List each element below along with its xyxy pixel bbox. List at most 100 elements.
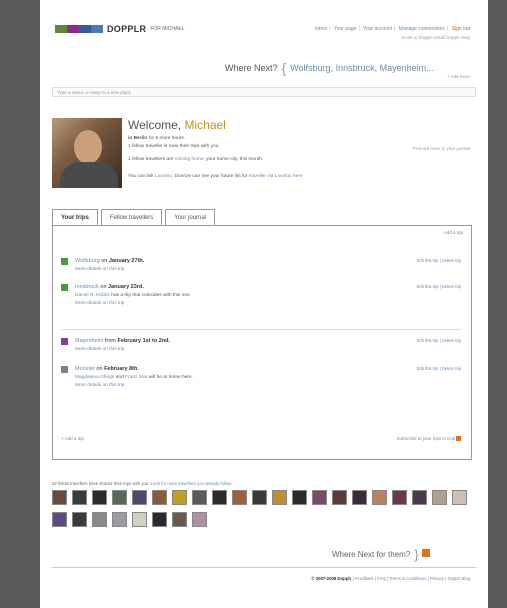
- where-next-for-them: Where Next for them?}: [332, 547, 430, 562]
- location-suffix: for 5 more hours.: [148, 136, 186, 141]
- trip-actions[interactable]: Edit this trip | Delete trip: [417, 366, 461, 371]
- friend-avatar[interactable]: [152, 512, 167, 527]
- friend-avatar[interactable]: [252, 490, 267, 505]
- location-city: in Berlin: [128, 136, 148, 141]
- trip-date: January 23rd.: [108, 284, 144, 290]
- where-next: Where Next?{Wolfsburg, Innsbruck, Mayenh…: [225, 60, 434, 76]
- trip-details-link[interactable]: More details on this trip: [75, 383, 125, 388]
- lovoloo-link[interactable]: Lovoloo: [155, 174, 172, 179]
- avatar-body: [60, 162, 118, 188]
- where-next-for-them-label: Where Next for them?: [332, 550, 411, 559]
- friend-avatar[interactable]: [72, 490, 87, 505]
- coming-home-link[interactable]: coming home: [175, 157, 204, 162]
- avatar[interactable]: [52, 118, 122, 188]
- trip-mid: on: [99, 258, 109, 264]
- trip-person-link[interactable]: Magdalena Ohrige: [75, 375, 114, 380]
- avatar-face: [74, 130, 102, 164]
- friend-avatar[interactable]: [112, 512, 127, 527]
- friend-avatar[interactable]: [372, 490, 387, 505]
- sign-out-link[interactable]: Sign out: [452, 26, 470, 32]
- trip-coincide-line: Magdalena Ohrige and Franz Sue will be a…: [75, 375, 193, 380]
- footer-divider: [52, 567, 476, 568]
- brace-icon: }: [414, 547, 419, 562]
- tab-your-journal[interactable]: Your journal: [165, 209, 216, 226]
- page: DOPPLR FOR MICHAEL Inbox | Your page | You…: [40, 0, 488, 608]
- trip-date: February 8th.: [104, 366, 139, 372]
- friend-avatar[interactable]: [332, 490, 347, 505]
- trip-color-marker: [61, 284, 68, 291]
- nav-your-page-link[interactable]: Your page: [334, 26, 357, 32]
- trip-city-link[interactable]: Innsbruck: [75, 284, 99, 290]
- go-icon[interactable]: [421, 549, 430, 557]
- friend-avatar[interactable]: [92, 490, 107, 505]
- friend-avatar[interactable]: [312, 490, 327, 505]
- friends-caption: 32 fellow travellers have shared their t…: [52, 481, 231, 486]
- trip-person-link[interactable]: Daniel R. Hobbs: [75, 293, 110, 298]
- friend-avatar[interactable]: [392, 490, 407, 505]
- footer-links[interactable]: | Feedback | FAQ | Terms & Conditions | …: [352, 576, 470, 581]
- friend-avatar[interactable]: [212, 490, 227, 505]
- friend-avatar[interactable]: [52, 490, 67, 505]
- friend-avatar[interactable]: [352, 490, 367, 505]
- line2-text-b: , your home city, this month.: [203, 157, 264, 162]
- find-out-more-link[interactable]: Find out more in your journal: [413, 146, 470, 151]
- tab-bar: Your trips Fellow travellers Your journa…: [52, 209, 218, 227]
- trip-color-marker: [61, 338, 68, 345]
- friend-avatar[interactable]: [412, 490, 427, 505]
- friend-avatar[interactable]: [52, 512, 67, 527]
- trip-city-link[interactable]: Wolfsburg: [75, 258, 100, 264]
- trip-actions[interactable]: Edit this trip | Delete trip: [417, 338, 461, 343]
- logo-square-3: [79, 25, 91, 33]
- friend-avatar[interactable]: [452, 490, 467, 505]
- friend-avatar[interactable]: [192, 490, 207, 505]
- friend-avatar[interactable]: [272, 490, 287, 505]
- welcome-greeting: Welcome,: [128, 118, 182, 132]
- top-nav: Inbox | Your page | Your account | Manage c…: [314, 26, 470, 32]
- friend-avatar[interactable]: [192, 512, 207, 527]
- add-more-link[interactable]: + Add more: [447, 74, 470, 79]
- logo-text: DOPPLR: [107, 24, 147, 34]
- ical-subscribe-link[interactable]: Subscribe to your trips in iCal: [396, 436, 461, 441]
- look-for-travellers-link[interactable]: Look for more travellers you already fol…: [151, 481, 232, 486]
- trip-actions[interactable]: Edit this trip | Delete trip: [417, 258, 461, 263]
- tab-fellow-travellers[interactable]: Fellow travellers: [100, 209, 163, 226]
- trip-details-link[interactable]: More details on this trip: [75, 267, 125, 272]
- sub-nav-links[interactable]: Invite to Dopplr Install Dopplr Help: [402, 35, 470, 40]
- add-trip-footer-link[interactable]: + Add a trip: [61, 436, 84, 441]
- line2-text-a: 1 fellow travellers are: [128, 157, 174, 162]
- friend-avatar[interactable]: [72, 512, 87, 527]
- welcome-line-1: 1 fellow traveller is near their trips w…: [128, 144, 220, 149]
- dopplr-logo[interactable]: DOPPLR FOR MICHAEL: [55, 24, 184, 34]
- where-next-places-link[interactable]: Wolfsburg, Innsbruck, Mayenheim...: [290, 63, 433, 73]
- nav-your-account-link[interactable]: Your account: [363, 26, 392, 32]
- trip-person-link-2[interactable]: Franz Sue: [125, 375, 147, 380]
- trip-city-link[interactable]: Münster: [75, 366, 95, 372]
- trip-actions[interactable]: Edit this trip | Delete trip: [417, 284, 461, 289]
- friend-avatar[interactable]: [152, 490, 167, 505]
- logo-suffix: FOR MICHAEL: [150, 26, 185, 32]
- trip-title: Mayenheim from February 1st to 2nd.: [75, 338, 170, 344]
- friend-avatar[interactable]: [172, 512, 187, 527]
- trip-title: Innsbruck on January 23rd.: [75, 284, 144, 290]
- friend-avatar[interactable]: [112, 490, 127, 505]
- friend-avatar[interactable]: [92, 512, 107, 527]
- trip-color-marker: [61, 366, 68, 373]
- status-input[interactable]: Type a status or away to a new place: [52, 87, 476, 97]
- footer: © 2007-2008 Dopplr | Feedback | FAQ | Te…: [311, 576, 470, 581]
- trip-city-link[interactable]: Mayenheim: [75, 338, 103, 344]
- traveller-link[interactable]: traveller via Lovoloo here: [249, 174, 303, 179]
- friends-caption-text: 32 fellow travellers have shared their t…: [52, 481, 150, 486]
- friend-avatar[interactable]: [232, 490, 247, 505]
- friend-avatar[interactable]: [432, 490, 447, 505]
- friend-avatar[interactable]: [132, 512, 147, 527]
- line3-text-a: You can link: [128, 174, 154, 179]
- friend-avatar[interactable]: [132, 490, 147, 505]
- nav-inbox-link[interactable]: Inbox: [315, 26, 327, 32]
- add-trip-link[interactable]: Add a trip: [444, 230, 463, 235]
- friend-avatar[interactable]: [292, 490, 307, 505]
- trip-coincide-line: Daniel R. Hobbs has a trip that coincide…: [75, 293, 191, 298]
- friend-avatar[interactable]: [172, 490, 187, 505]
- trip-details-link[interactable]: More details on this trip: [75, 301, 125, 306]
- trip-details-link[interactable]: More details on this trip: [75, 347, 125, 352]
- nav-manage-connections-link[interactable]: Manage connections: [399, 26, 445, 32]
